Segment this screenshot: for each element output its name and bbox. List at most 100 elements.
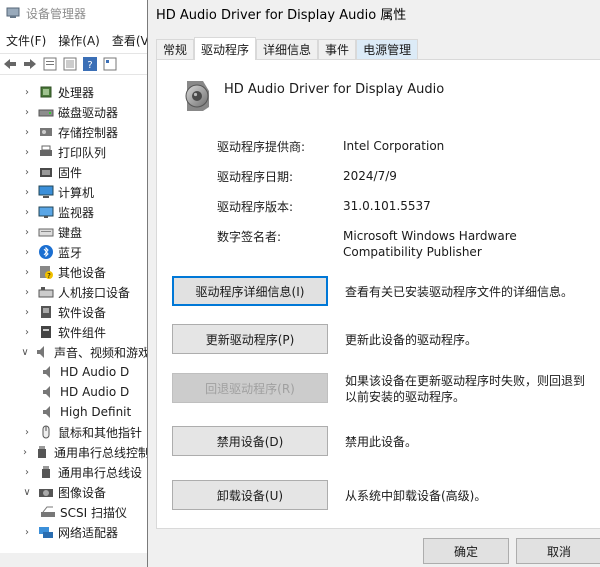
speaker-icon [40,364,56,380]
cpu-icon [38,84,54,100]
storage-controller-icon [38,124,54,140]
forward-icon[interactable] [22,56,38,72]
list-view-icon[interactable] [62,56,78,72]
chevron-right-icon[interactable]: › [20,225,34,239]
tree-item-label: 打印队列 [58,145,107,160]
chevron-right-icon[interactable]: › [20,85,34,99]
version-value: 31.0.101.5537 [343,199,431,213]
chevron-right-icon[interactable]: › [20,185,34,199]
menu-action[interactable]: 操作(A) [52,30,106,50]
tree-category-item[interactable]: ∨ 声音、视频和游戏 [0,342,150,362]
tree-item-label: 计算机 [58,185,95,200]
tree-item-label: 其他设备 [58,265,107,280]
tab-power-management[interactable]: 电源管理 [356,39,419,59]
tree-item-label: SCSI 扫描仪 [60,505,127,520]
tree-category-item[interactable]: › 网络适配器 [0,522,150,542]
device-view-icon[interactable] [102,56,118,72]
chevron-right-icon[interactable]: › [20,205,34,219]
tree-item-label: High Definit [60,405,132,419]
hid-icon [38,284,54,300]
tree-category-item[interactable]: › 打印队列 [0,142,150,162]
chevron-right-icon[interactable]: › [20,105,34,119]
tree-category-item[interactable]: › 键盘 [0,222,150,242]
tree-category-item[interactable]: › 蓝牙 [0,242,150,262]
dialog-title: HD Audio Driver for Display Audio 属性 [156,8,407,23]
chevron-right-icon[interactable]: › [20,445,30,459]
chevron-right-icon[interactable]: › [20,525,34,539]
back-icon[interactable] [2,56,18,72]
tree-category-item[interactable]: › 通用串行总线设 [0,462,150,482]
tree-category-item[interactable]: › 监视器 [0,202,150,222]
usb-icon [38,464,54,480]
chevron-right-icon[interactable]: › [20,425,34,439]
disable-device-button[interactable]: 禁用设备(D) [172,426,328,456]
tab-events[interactable]: 事件 [318,39,357,59]
tree-category-item[interactable]: › 通用串行总线控制 [0,442,150,462]
chevron-right-icon[interactable]: › [20,145,34,159]
tree-item-label: HD Audio D [60,365,130,379]
speaker-icon [40,404,56,420]
camera-icon [38,484,54,500]
chevron-down-icon[interactable]: ∨ [20,485,34,499]
uninstall-device-button[interactable]: 卸载设备(U) [172,480,328,510]
help-icon[interactable]: ? [82,56,98,72]
properties-view-icon[interactable] [42,56,58,72]
tree-category-item[interactable]: › 固件 [0,162,150,182]
chevron-right-icon[interactable]: › [20,165,34,179]
menu-file[interactable]: 文件(F) [0,30,52,50]
keyboard-icon [38,224,54,240]
chevron-right-icon[interactable]: › [20,285,34,299]
chevron-right-icon[interactable]: › [20,125,34,139]
driver-tab-panel: HD Audio Driver for Display Audio 驱动程序提供… [156,59,600,529]
horizontal-scrollbar[interactable] [0,553,148,567]
tree-category-item[interactable]: › 软件设备 [0,302,150,322]
tree-category-item[interactable]: › 人机接口设备 [0,282,150,302]
update-driver-button[interactable]: 更新驱动程序(P) [172,324,328,354]
signer-value: Microsoft Windows Hardware Compatibility… [343,229,517,259]
chevron-right-icon[interactable]: › [20,245,34,259]
tree-child-item[interactable]: High Definit [0,402,150,422]
chevron-right-icon[interactable]: › [20,465,34,479]
tree-category-item[interactable]: ∨ 图像设备 [0,482,150,502]
tree-category-item[interactable]: › 处理器 [0,82,150,102]
scanner-icon [40,504,56,520]
tree-item-label: 存储控制器 [58,125,119,140]
provider-row: 驱动程序提供商: Intel Corporation [217,138,563,168]
chevron-right-icon[interactable]: › [20,265,34,279]
chevron-down-icon[interactable]: ∨ [20,345,30,359]
cancel-button[interactable]: 取消 [516,538,600,564]
tree-category-item[interactable]: › 鼠标和其他指针 [0,422,150,442]
speaker-icon [185,81,209,111]
driver-info: 驱动程序提供商: Intel Corporation 驱动程序日期: 2024/… [217,138,563,260]
tab-driver[interactable]: 驱动程序 [194,37,257,60]
printer-icon [38,144,54,160]
tree-category-item[interactable]: › 磁盘驱动器 [0,102,150,122]
tree-item-label: 键盘 [58,225,83,240]
tree-child-item[interactable]: HD Audio D [0,382,150,402]
mouse-icon [38,424,54,440]
provider-value: Intel Corporation [343,139,445,153]
svg-text:?: ? [47,272,51,280]
tree-category-item[interactable]: › 软件组件 [0,322,150,342]
usb-icon [34,444,50,460]
tab-details[interactable]: 详细信息 [256,39,319,59]
tree-child-item[interactable]: SCSI 扫描仪 [0,502,150,522]
version-label: 驱动程序版本: [217,200,294,214]
speaker-icon [34,344,50,360]
chevron-right-icon[interactable]: › [20,325,34,339]
tree-item-label: 蓝牙 [58,245,83,260]
tab-general[interactable]: 常规 [156,39,195,59]
ok-button[interactable]: 确定 [423,538,509,564]
action-update-driver: 更新驱动程序(P) 更新此设备的驱动程序。 [172,324,477,354]
chevron-right-icon[interactable]: › [20,305,34,319]
uninstall-device-desc: 从系统中卸载设备(高级)。 [345,489,487,503]
tree-child-item[interactable]: HD Audio D [0,362,150,382]
tree-category-item[interactable]: › 计算机 [0,182,150,202]
tree-item-label: HD Audio D [60,385,130,399]
rollback-driver-desc: 如果该设备在更新驱动程序时失败，则回退到以前安装的驱动程序。 [345,374,586,404]
tree-category-item[interactable]: › 存储控制器 [0,122,150,142]
driver-details-button[interactable]: 驱动程序详细信息(I) [172,276,328,306]
signer-row: 数字签名者: Microsoft Windows Hardware Compat… [217,228,563,260]
tree-category-item[interactable]: ›? 其他设备 [0,262,150,282]
speaker-icon [40,384,56,400]
